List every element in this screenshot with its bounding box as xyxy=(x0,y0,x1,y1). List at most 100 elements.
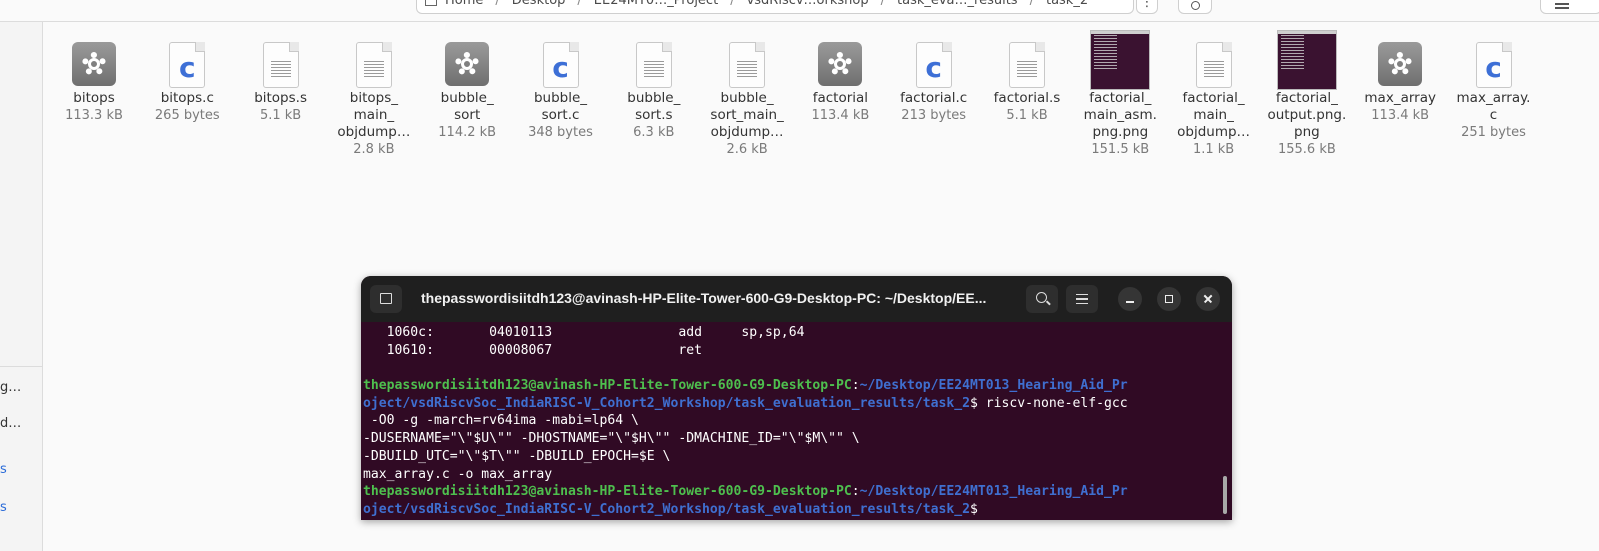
file-name-line: sort.c xyxy=(541,107,580,123)
file-name-line: bubble_ xyxy=(720,90,774,106)
terminal-search-button[interactable] xyxy=(1026,285,1058,313)
close-button[interactable] xyxy=(1196,287,1220,311)
prompt-path: oject/vsdRiscvSoc_IndiaRISC-V_Cohort2_Wo… xyxy=(363,501,970,517)
terminal-line: 10610: 00008067 ret xyxy=(363,342,702,358)
breadcrumb-item-desktop[interactable]: Desktop xyxy=(512,0,566,8)
new-tab-icon xyxy=(380,293,392,304)
breadcrumb-item-workshop[interactable]: vsdRiscv…orkshop xyxy=(747,0,869,8)
file-size: 2.6 kB xyxy=(726,142,768,157)
executable-icon xyxy=(1352,42,1448,90)
command-text: $ riscv-none-elf-gcc xyxy=(970,395,1128,411)
new-tab-button[interactable] xyxy=(370,285,402,313)
breadcrumb-item-home[interactable]: Home xyxy=(445,0,483,8)
file-name-line: max_array xyxy=(1364,90,1436,106)
prompt-path: oject/vsdRiscvSoc_IndiaRISC-V_Cohort2_Wo… xyxy=(363,395,970,411)
file-size: 113.4 kB xyxy=(811,108,870,123)
terminal-line: thepasswordisiitdh123@avinash-HP-Elite-T… xyxy=(363,377,1225,395)
file-name: factorial_ main_asm. png.png 151.5 kB xyxy=(1072,90,1168,158)
hamburger-menu-icon xyxy=(1076,294,1088,304)
file-name-line: output.png. xyxy=(1267,107,1347,123)
file-size: 5.1 kB xyxy=(259,108,302,123)
maximize-icon xyxy=(1165,295,1173,303)
search-button[interactable] xyxy=(1178,0,1212,14)
file-name-line: c xyxy=(1489,107,1498,123)
file-name-line: objdump… xyxy=(710,124,784,140)
prompt-user-host: thepasswordisiitdh123@avinash-HP-Elite-T… xyxy=(363,484,852,500)
breadcrumb-item-project[interactable]: EE24MT0…_Project xyxy=(594,0,718,8)
terminal-line: -DBUILD_UTC="\"$T\"" -DBUILD_EPOCH=$E \ xyxy=(363,448,671,464)
image-thumbnail-icon xyxy=(1259,30,1355,90)
file-size: 213 bytes xyxy=(901,108,967,123)
breadcrumb-separator: / xyxy=(1029,0,1034,8)
terminal-output[interactable]: 1060c: 04010113 add sp,sp,64 10610: 0000… xyxy=(363,324,1225,520)
terminal-menu-button[interactable] xyxy=(1066,285,1098,313)
file-name-line: main_asm. xyxy=(1083,107,1157,123)
terminal-header-bar[interactable]: thepasswordisiitdh123@avinash-HP-Elite-T… xyxy=(361,276,1232,322)
desktop-root: Home / Desktop / EE24MT0…_Project / vsdR… xyxy=(0,0,1599,551)
prompt-path: ~/Desktop/EE24MT013_Hearing_Aid_Pr xyxy=(859,484,1128,500)
file-name: bubble_ sort.s 6.3 kB xyxy=(606,90,702,141)
file-name: bitops 113.3 kB xyxy=(46,90,142,124)
executable-icon xyxy=(792,42,888,90)
file-name-line: factorial_ xyxy=(1275,90,1338,106)
sidebar-item-2[interactable]: d… xyxy=(0,416,21,431)
file-name-line: sort_main_ xyxy=(710,107,784,123)
file-name-line: png.png xyxy=(1092,124,1149,140)
sidebar-item-3[interactable]: s xyxy=(0,462,7,477)
c-source-icon: c xyxy=(886,42,982,90)
file-name: factorial.c 213 bytes xyxy=(886,90,982,124)
c-source-icon: c xyxy=(139,42,235,90)
terminal-scrollbar[interactable] xyxy=(1223,476,1227,514)
file-name-line: factorial_ xyxy=(1182,90,1245,106)
text-document-icon xyxy=(233,42,329,90)
file-name-line: bitops.c xyxy=(160,90,214,106)
file-name: factorial_ main_ objdump… 1.1 kB xyxy=(1166,90,1262,158)
file-size: 348 bytes xyxy=(528,125,593,140)
file-size: 113.3 kB xyxy=(65,108,123,123)
sidebar-item-1[interactable]: g… xyxy=(0,380,21,395)
terminal-line: -O0 -g -march=rv64ima -mabi=lp64 \ xyxy=(363,413,639,429)
path-menu-button[interactable]: ⋮ xyxy=(1136,0,1158,14)
image-thumbnail-icon xyxy=(1072,30,1168,90)
sidebar-divider xyxy=(0,366,43,367)
terminal-line: max_array.c -o max_array xyxy=(363,466,553,482)
partial-file-icon xyxy=(1539,42,1599,90)
view-options-button[interactable] xyxy=(1540,0,1599,14)
command-text: $ xyxy=(970,501,986,517)
breadcrumb-item-results[interactable]: task_eva…_results xyxy=(897,0,1018,8)
executable-icon xyxy=(419,42,515,90)
c-source-icon: c xyxy=(1446,42,1542,90)
home-icon xyxy=(425,0,437,6)
file-manager-header: Home / Desktop / EE24MT0…_Project / vsdR… xyxy=(0,0,1599,22)
breadcrumb-item-task2[interactable]: task_2 xyxy=(1046,0,1088,8)
file-grid: bitops 113.3 kB c bitops.c 265 bytes bitops.s… xyxy=(43,22,1599,272)
breadcrumb-separator: / xyxy=(730,0,735,8)
file-size: 155.6 kB xyxy=(1277,142,1336,157)
file-name-line: max_array. xyxy=(1456,90,1531,106)
file-name: bitops.c 265 bytes xyxy=(139,90,235,124)
file-name: bubble_ sort 114.2 kB xyxy=(419,90,515,141)
minimize-button[interactable] xyxy=(1118,287,1142,311)
file-name-line: factorial.s xyxy=(993,90,1061,106)
file-name-line: sort xyxy=(454,107,481,123)
file-name: factorial.s 5.1 kB xyxy=(979,90,1075,124)
file-name-line: bubble_ xyxy=(440,90,494,106)
maximize-button[interactable] xyxy=(1157,287,1181,311)
file-size: 151.5 kB xyxy=(1091,142,1150,157)
file-size: 251 bytes xyxy=(1461,125,1526,140)
terminal-line: 1060c: 04010113 add sp,sp,64 xyxy=(363,325,805,340)
list-view-icon xyxy=(1555,3,1569,5)
breadcrumb[interactable]: Home / Desktop / EE24MT0…_Project / vsdR… xyxy=(416,0,1134,14)
terminal-window[interactable]: thepasswordisiitdh123@avinash-HP-Elite-T… xyxy=(361,276,1232,520)
text-document-icon xyxy=(1166,42,1262,90)
terminal-title: thepasswordisiitdh123@avinash-HP-Elite-T… xyxy=(421,290,987,306)
file-name-line: bubble_ xyxy=(533,90,588,106)
file-name-line: bitops_ xyxy=(349,90,398,106)
executable-icon xyxy=(46,42,142,90)
file-size: 6.3 kB xyxy=(633,125,675,140)
breadcrumb-separator: / xyxy=(880,0,885,8)
sidebar-item-4[interactable]: s xyxy=(0,500,7,515)
c-source-icon: c xyxy=(513,42,609,90)
file-name-line: sort.s xyxy=(635,107,673,123)
